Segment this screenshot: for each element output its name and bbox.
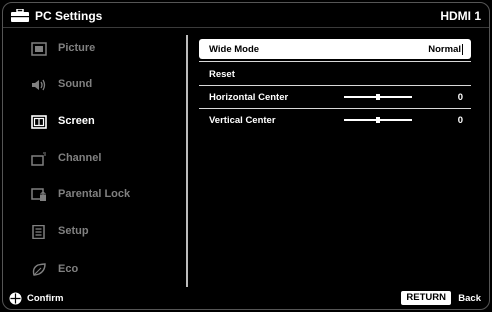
row-separator [199, 108, 471, 109]
horizontal-center-row[interactable]: Horizontal Center 0 [199, 87, 471, 107]
sidebar-item-label: Channel [58, 152, 102, 164]
channel-icon [31, 152, 46, 166]
sidebar-item-label: Picture [58, 42, 96, 54]
screen-icon [31, 115, 47, 129]
wide-mode-value: Normal [428, 44, 463, 55]
back-label: Back [458, 293, 481, 304]
sidebar-item-channel[interactable]: Channel [17, 149, 177, 169]
vertical-center-label: Vertical Center [209, 115, 276, 126]
page-title: PC Settings [35, 9, 103, 23]
confirm-label: Confirm [27, 293, 64, 304]
row-separator [199, 85, 471, 86]
reset-label: Reset [209, 69, 235, 80]
sidebar-item-label: Eco [58, 263, 79, 275]
sidebar-item-sound[interactable]: Sound [17, 75, 177, 95]
vertical-center-slider-knob[interactable] [376, 117, 380, 123]
row-separator [199, 61, 471, 62]
vertical-center-slider[interactable] [344, 117, 412, 123]
setup-icon [32, 225, 45, 239]
pc-settings-window: PC Settings HDMI 1 Picture Sound Screen … [2, 2, 490, 310]
reset-row[interactable]: Reset [199, 64, 471, 84]
sidebar-item-screen[interactable]: Screen [17, 112, 177, 132]
horizontal-center-slider-knob[interactable] [376, 94, 380, 100]
eco-icon [32, 263, 46, 276]
sidebar-item-picture[interactable]: Picture [17, 39, 177, 59]
horizontal-center-value: 0 [457, 92, 463, 103]
sidebar-item-label: Screen [58, 115, 95, 127]
sidebar-item-label: Parental Lock [58, 188, 131, 200]
sidebar-item-label: Sound [58, 78, 93, 90]
speaker-icon [32, 79, 46, 91]
sidebar-item-setup[interactable]: Setup [17, 222, 177, 242]
vertical-center-value: 0 [457, 115, 463, 126]
vertical-center-row[interactable]: Vertical Center 0 [199, 110, 471, 130]
wide-mode-label: Wide Mode [209, 44, 260, 55]
sidebar: Picture Sound Screen Channel Parental Lo… [3, 31, 183, 287]
return-button[interactable]: RETURN [401, 291, 451, 305]
wide-mode-row[interactable]: Wide Mode Normal [199, 39, 471, 59]
horizontal-center-slider[interactable] [344, 94, 412, 100]
sidebar-item-eco[interactable]: Eco [17, 260, 177, 280]
footer-bar: Confirm RETURN Back [3, 289, 489, 309]
sidebar-item-parental-lock[interactable]: Parental Lock [17, 185, 177, 205]
panel-divider [186, 35, 188, 287]
title-bar: PC Settings HDMI 1 [3, 3, 489, 28]
sidebar-item-label: Setup [58, 225, 89, 237]
horizontal-center-label: Horizontal Center [209, 92, 289, 103]
toolbox-icon [11, 9, 29, 22]
input-source-label: HDMI 1 [440, 9, 481, 23]
picture-icon [31, 42, 47, 56]
lock-icon [31, 188, 46, 201]
dpad-confirm-icon [9, 292, 22, 305]
